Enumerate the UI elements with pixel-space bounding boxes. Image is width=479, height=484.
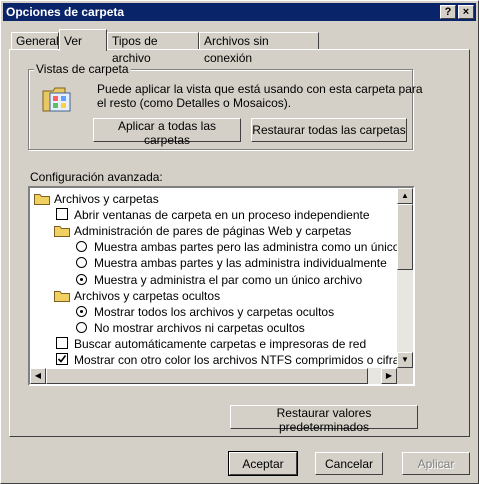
radio-button[interactable] [76,305,87,317]
tab-archivos-sin-conexion[interactable]: Archivos sin conexión [199,32,319,65]
horizontal-scrollbar[interactable]: ◀ ▶ [30,368,397,384]
list-item-label: No mostrar archivos ni carpetas ocultos [94,320,305,335]
advanced-settings-label: Configuración avanzada: [30,170,163,184]
vertical-scroll-thumb[interactable] [397,204,413,270]
views-description-line2: el resto (como Detalles o Mosaicos). [97,96,292,110]
radio-button[interactable] [76,257,87,269]
apply-button[interactable]: Aplicar [402,452,470,475]
close-button[interactable]: × [458,5,474,19]
window-title: Opciones de carpeta [6,5,125,19]
tab-tipos-de-archivo[interactable]: Tipos de archivo [107,32,199,65]
checkbox[interactable] [56,336,68,349]
radio-button[interactable] [76,273,87,285]
scroll-down-icon[interactable]: ▼ [397,352,413,368]
accept-button[interactable]: Aceptar [228,451,298,476]
title-bar[interactable]: Opciones de carpeta ? × [3,3,476,21]
scroll-right-icon[interactable]: ▶ [381,368,397,384]
horizontal-scroll-thumb[interactable] [46,368,368,384]
folder-icon [54,224,70,240]
help-button[interactable]: ? [440,5,456,19]
views-group-title: Vistas de carpeta [34,62,131,76]
checkbox[interactable] [56,208,68,221]
scroll-left-icon[interactable]: ◀ [30,368,46,384]
radio-button[interactable] [76,321,87,333]
list-item-label: Muestra ambas partes pero las administra… [94,240,415,255]
folder-view-icon [42,87,71,112]
list-item-label: Muestra y administra el par como un únic… [94,272,363,287]
restore-defaults-button[interactable]: Restaurar valores predeterminados [230,405,418,434]
list-item-label: Abrir ventanas de carpeta en un proceso … [74,208,370,223]
reset-all-folders-button[interactable]: Restaurar todas las carpetas [251,118,407,142]
tab-ver[interactable]: Ver [59,29,107,51]
advanced-settings-list[interactable]: Archivos y carpetas Abrir ventanas de car… [28,186,415,386]
views-description-line1: Puede aplicar la vista que está usando c… [97,82,423,96]
scroll-up-icon[interactable]: ▲ [397,188,413,204]
folder-icon [34,192,50,208]
list-item-label: Buscar automáticamente carpetas e impres… [74,336,367,351]
list-item-label: Archivos y carpetas [54,192,159,206]
scroll-corner [397,368,413,384]
cancel-button[interactable]: Cancelar [315,452,383,475]
list-item-label: Mostrar con otro color los archivos NTFS… [74,353,415,367]
vertical-scrollbar[interactable]: ▲ ▼ [397,188,413,368]
folder-icon [54,289,70,305]
tab-general[interactable]: General [11,32,59,49]
list-item-label: Archivos y carpetas ocultos [74,288,221,303]
folder-options-window: Opciones de carpeta ? × General Ver Tipo… [0,0,479,484]
list-item-label: Mostrar todos los archivos y carpetas oc… [94,304,335,319]
list-item-label: Administración de pares de páginas Web y… [74,224,352,239]
radio-button[interactable] [76,241,87,253]
list-item-label: Muestra ambas partes y las administra in… [94,256,387,271]
checkbox[interactable] [56,353,68,365]
apply-all-folders-button[interactable]: Aplicar a todas las carpetas [93,118,241,147]
